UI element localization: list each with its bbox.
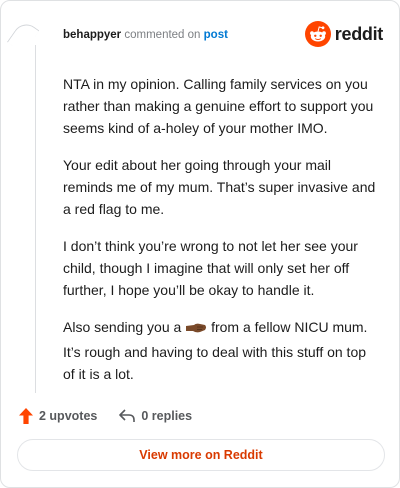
reply-count: 0 replies <box>141 409 193 423</box>
username-link[interactable]: behappyer <box>63 29 121 41</box>
fist-bump-icon <box>185 319 207 341</box>
comment-paragraph-3: I don’t think you’re wrong to not let he… <box>63 238 358 298</box>
upvote-count: 2 upvotes <box>39 409 98 423</box>
reply-button[interactable]: 0 replies <box>119 409 192 423</box>
upvote-arrow-icon <box>19 408 33 424</box>
reddit-comment-embed: behappyer commented on post reddit NTA i… <box>0 0 400 488</box>
paragraph-4-start: Also sending you a <box>63 319 186 335</box>
post-link[interactable]: post <box>204 29 228 41</box>
reddit-logo[interactable]: reddit <box>304 20 384 48</box>
comment-action-text: commented on <box>124 29 201 41</box>
comment-header: behappyer commented on post <box>63 27 228 43</box>
reply-arrow-icon <box>119 409 136 422</box>
thread-line <box>35 45 36 393</box>
comment-paragraph-4: Also sending you a from a fellow NICU mu… <box>63 316 381 385</box>
comment-body: NTA in my opinion. Calling family servic… <box>63 73 381 400</box>
view-more-button[interactable]: View more on Reddit <box>17 439 385 471</box>
comment-paragraph-1: NTA in my opinion. Calling family servic… <box>63 76 374 136</box>
reddit-snoo-icon <box>304 21 331 47</box>
reddit-wordmark: reddit <box>334 23 384 44</box>
comment-footer: 2 upvotes 0 replies <box>19 405 214 427</box>
upvote-button[interactable]: 2 upvotes <box>19 408 97 424</box>
comment-paragraph-2: Your edit about her going through your m… <box>63 157 376 217</box>
